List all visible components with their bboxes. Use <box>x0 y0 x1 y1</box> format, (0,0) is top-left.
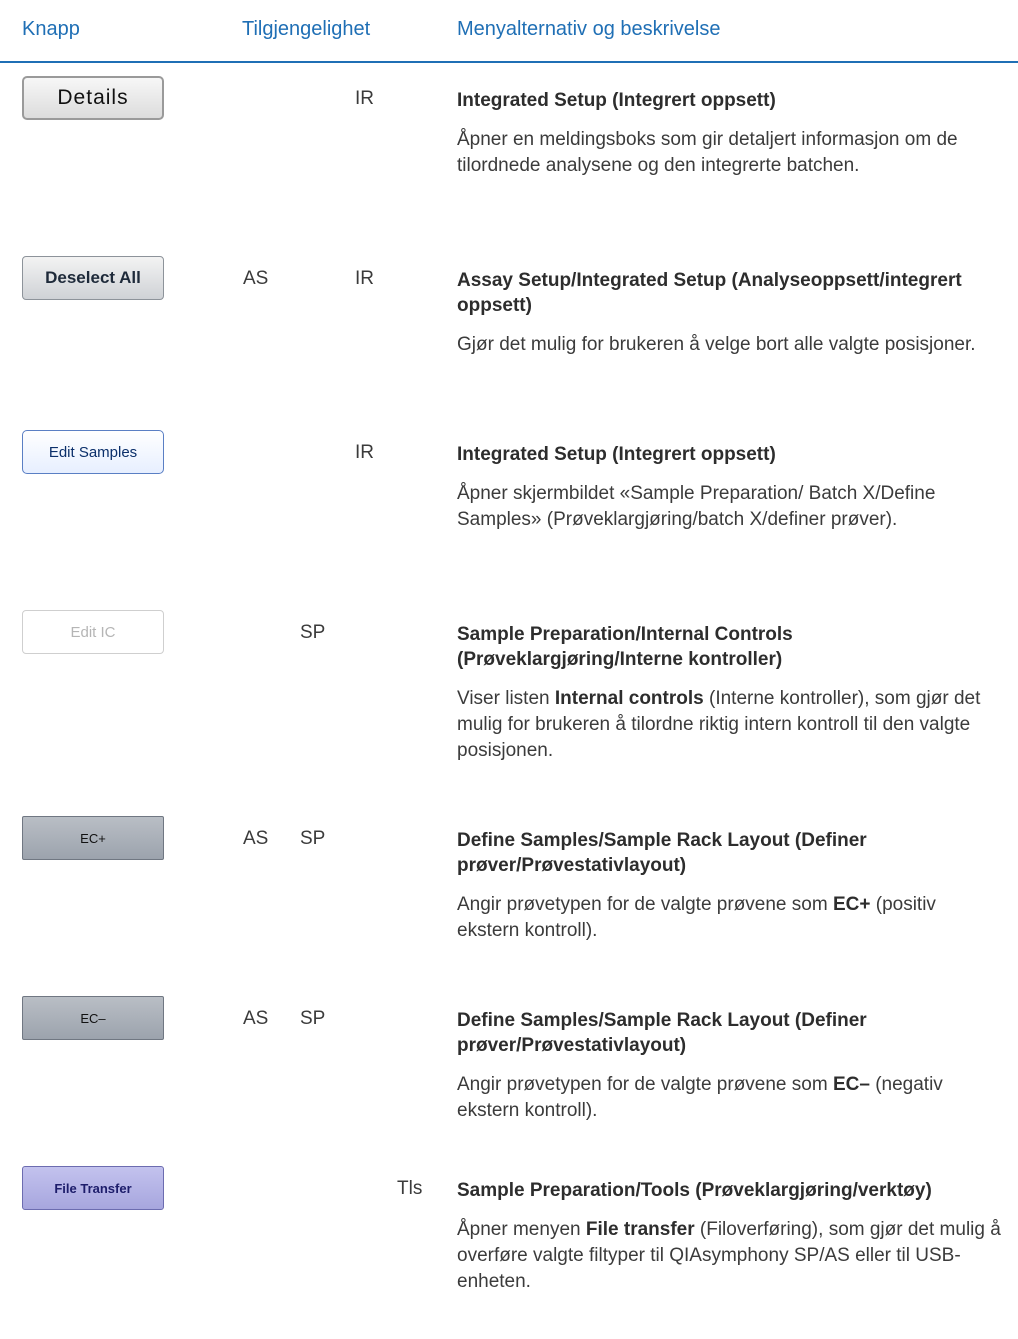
description-text: Viser listen <box>457 688 555 709</box>
menu-title: Define Samples/Sample Rack Layout (Defin… <box>457 830 867 876</box>
button-cell: EC– <box>22 996 164 1040</box>
details-button[interactable]: Details <box>22 76 164 120</box>
header-divider <box>0 61 1018 63</box>
header-button-col: Knapp <box>22 18 80 40</box>
availability-sp: SP <box>300 828 326 849</box>
description-cell: Sample Preparation/Internal Controls (Pr… <box>457 622 1002 764</box>
description-text: Åpner menyen <box>457 1219 586 1240</box>
description-emphasis: Internal controls <box>554 688 704 709</box>
description-cell: Define Samples/Sample Rack Layout (Defin… <box>457 828 1002 944</box>
description-emphasis: EC+ <box>832 894 871 915</box>
description-cell: Sample Preparation/Tools (Prøveklargjøri… <box>457 1178 1002 1295</box>
menu-title: Define Samples/Sample Rack Layout (Defin… <box>457 1010 867 1056</box>
availability-as: AS <box>243 1008 269 1029</box>
menu-title: Integrated Setup (Integrert oppsett) <box>457 444 776 465</box>
menu-description: Åpner menyen File transfer (Filoverførin… <box>457 1217 1002 1295</box>
availability-ir: IR <box>355 442 374 463</box>
ec-plus-button[interactable]: EC+ <box>22 816 164 860</box>
menu-title: Sample Preparation/Tools (Prøveklargjøri… <box>457 1180 932 1201</box>
ec-minus-button[interactable]: EC– <box>22 996 164 1040</box>
description-emphasis: File transfer <box>585 1219 695 1240</box>
edit-samples-button[interactable]: Edit Samples <box>22 430 164 474</box>
menu-title: Sample Preparation/Internal Controls (Pr… <box>457 624 793 670</box>
description-text: Angir prøvetypen for de valgte prøvene s… <box>457 894 833 915</box>
button-cell: Deselect All <box>22 256 164 300</box>
menu-description: Angir prøvetypen for de valgte prøvene s… <box>457 1072 1002 1124</box>
description-cell: Integrated Setup (Integrert oppsett) Åpn… <box>457 88 1002 179</box>
button-cell: Edit Samples <box>22 430 164 474</box>
menu-title: Assay Setup/Integrated Setup (Analyseopp… <box>457 270 962 316</box>
menu-description: Åpner en meldingsboks som gir detaljert … <box>457 129 958 176</box>
description-cell: Assay Setup/Integrated Setup (Analyseopp… <box>457 268 1002 358</box>
description-cell: Integrated Setup (Integrert oppsett) Åpn… <box>457 442 1002 533</box>
availability-ir: IR <box>355 88 374 109</box>
menu-description: Åpner skjermbildet «Sample Preparation/ … <box>457 483 936 530</box>
table-header: Knapp Tilgjengelighet Menyalternativ og … <box>0 0 1018 63</box>
button-cell: Details <box>22 76 164 120</box>
availability-as: AS <box>243 268 269 289</box>
header-description-col: Menyalternativ og beskrivelse <box>457 18 721 40</box>
file-transfer-button[interactable]: File Transfer <box>22 1166 164 1210</box>
availability-sp: SP <box>300 622 326 643</box>
menu-description: Viser listen Internal controls (Interne … <box>457 686 1002 764</box>
deselect-all-button[interactable]: Deselect All <box>22 256 164 300</box>
availability-sp: SP <box>300 1008 326 1029</box>
button-cell: File Transfer <box>22 1166 164 1210</box>
button-cell: Edit IC <box>22 610 164 654</box>
availability-ir: IR <box>355 268 374 289</box>
description-cell: Define Samples/Sample Rack Layout (Defin… <box>457 1008 1002 1124</box>
description-text: Angir prøvetypen for de valgte prøvene s… <box>457 1074 833 1095</box>
description-emphasis: EC– <box>832 1074 870 1095</box>
menu-title: Integrated Setup (Integrert oppsett) <box>457 90 776 111</box>
edit-ic-button[interactable]: Edit IC <box>22 610 164 654</box>
header-availability-col: Tilgjengelighet <box>242 18 371 40</box>
menu-description: Gjør det mulig for brukeren å velge bort… <box>457 334 976 355</box>
availability-as: AS <box>243 828 269 849</box>
button-cell: EC+ <box>22 816 164 860</box>
availability-tls: Tls <box>397 1178 423 1199</box>
menu-description: Angir prøvetypen for de valgte prøvene s… <box>457 892 1002 944</box>
